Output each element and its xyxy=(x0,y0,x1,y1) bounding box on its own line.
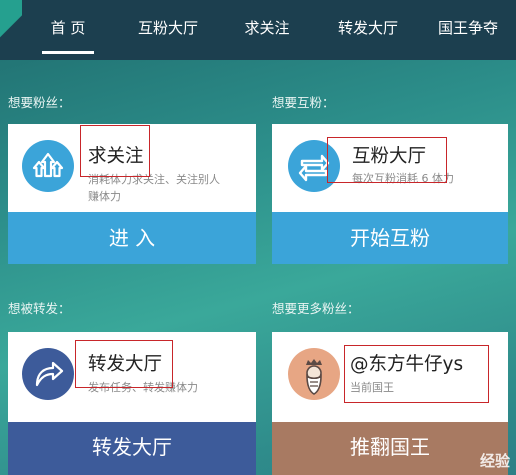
section-label-want-mutual: 想要互粉： xyxy=(272,95,335,110)
repost-hall-button[interactable]: 转发大厅 xyxy=(8,422,256,475)
card-desc-line-1: 消耗体力求关注、关注别人 xyxy=(88,173,220,186)
card-title-seek-follow: 求关注 xyxy=(88,146,144,167)
share-arrow-icon xyxy=(22,348,74,400)
card-title-repost-hall: 转发大厅 xyxy=(88,354,163,375)
card-desc-mutual-hall: 每次互粉消耗 6 体力 xyxy=(352,172,454,185)
enter-button[interactable]: 进 入 xyxy=(8,212,256,264)
swap-arrows-icon xyxy=(288,140,340,192)
card-seek-follow: 求关注 消耗体力求关注、关注别人 赚体力 xyxy=(8,124,256,212)
watermark-text: 经验 xyxy=(479,452,510,470)
nav-tab-mutual-hall[interactable]: 互粉大厅 xyxy=(126,0,210,60)
nav-tab-home[interactable]: 首 页 xyxy=(34,0,102,60)
card-king: @东方牛仔ys 当前国王 xyxy=(272,332,508,422)
nav-tab-repost-hall[interactable]: 转发大厅 xyxy=(326,0,410,60)
card-desc-line-2: 赚体力 xyxy=(88,190,121,203)
card-desc-repost-hall: 发布任务、转发赚体力 xyxy=(88,381,198,394)
card-title-mutual-hall: 互粉大厅 xyxy=(352,146,427,167)
section-label-want-fans: 想要粉丝： xyxy=(8,95,71,110)
up-arrows-icon xyxy=(22,140,74,192)
card-title-king: @东方牛仔ys xyxy=(350,354,464,375)
overthrow-king-button[interactable]: 推翻国王 xyxy=(272,422,508,475)
top-nav: 首 页 互粉大厅 求关注 转发大厅 国王争夺 xyxy=(0,0,516,60)
section-label-want-repost: 想被转发： xyxy=(8,301,71,316)
nav-accent-decoration xyxy=(0,0,22,60)
card-desc-seek-follow: 消耗体力求关注、关注别人 赚体力 xyxy=(88,171,253,205)
nav-tab-king-battle[interactable]: 国王争夺 xyxy=(428,0,508,60)
card-repost-hall: 转发大厅 发布任务、转发赚体力 xyxy=(8,332,256,422)
page: 首 页 互粉大厅 求关注 转发大厅 国王争夺 想要粉丝： 想要互粉： 求关注 消… xyxy=(0,0,516,475)
start-mutual-button[interactable]: 开始互粉 xyxy=(272,212,508,264)
king-avatar-icon xyxy=(288,348,340,400)
card-mutual-hall: 互粉大厅 每次互粉消耗 6 体力 xyxy=(272,124,508,212)
card-desc-king: 当前国王 xyxy=(350,381,394,394)
nav-tab-seek-follow[interactable]: 求关注 xyxy=(232,0,302,60)
section-label-want-more-fans: 想要更多粉丝： xyxy=(272,301,360,316)
